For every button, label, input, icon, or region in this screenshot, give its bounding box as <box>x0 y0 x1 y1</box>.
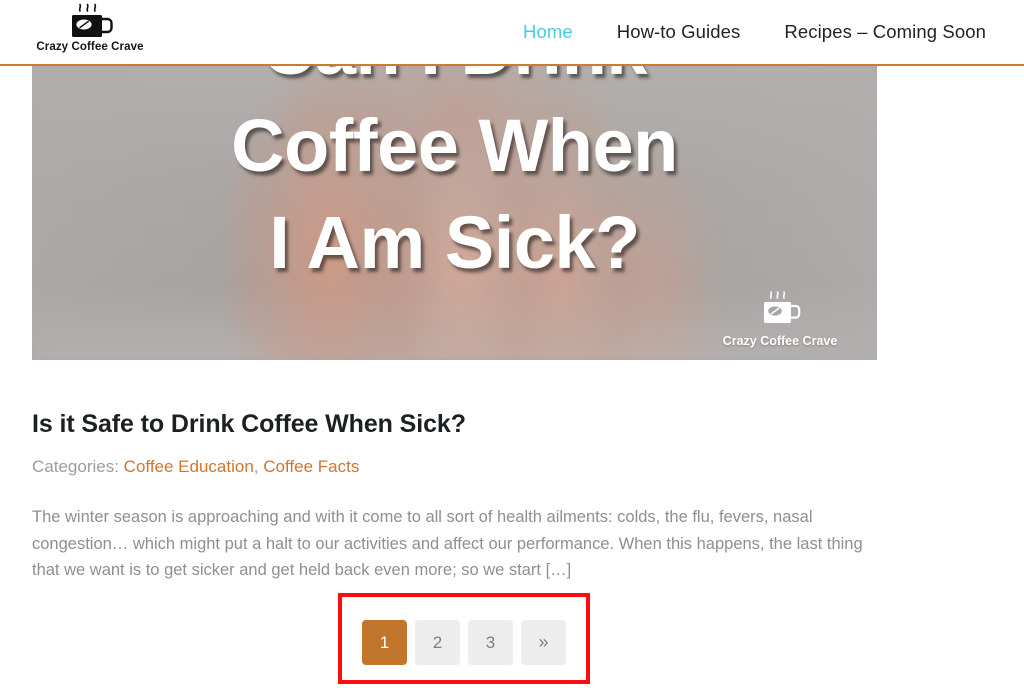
hero-headline-line-1: Can I Drink <box>32 66 877 97</box>
nav-item-how-to-guides[interactable]: How-to Guides <box>595 21 763 43</box>
pagination-page-1[interactable]: 1 <box>362 620 407 665</box>
site-logo[interactable]: Crazy Coffee Crave <box>30 3 150 61</box>
post-title[interactable]: Is it Safe to Drink Coffee When Sick? <box>32 408 892 440</box>
category-link-coffee-facts[interactable]: Coffee Facts <box>263 457 359 476</box>
hero-watermark-text: Crazy Coffee Crave <box>722 334 838 348</box>
hero-headline: Can I Drink Coffee When I Am Sick? <box>32 66 877 291</box>
hero-headline-line-2: Coffee When <box>231 104 678 187</box>
page-root: Crazy Coffee Crave Home How-to Guides Re… <box>0 0 1024 691</box>
post-excerpt: The winter season is approaching and wit… <box>32 508 863 579</box>
nav-item-recipes[interactable]: Recipes – Coming Soon <box>762 21 1008 43</box>
pagination-page-2[interactable]: 2 <box>415 620 460 665</box>
main-navigation: Home How-to Guides Recipes – Coming Soon <box>501 0 1008 64</box>
pagination-page-3[interactable]: 3 <box>468 620 513 665</box>
site-logo-text: Crazy Coffee Crave <box>36 41 144 53</box>
category-link-coffee-education[interactable]: Coffee Education <box>124 457 254 476</box>
post-summary: Is it Safe to Drink Coffee When Sick? Ca… <box>32 408 892 584</box>
coffee-mug-icon <box>60 3 120 43</box>
pagination-next-button[interactable]: » <box>521 620 566 665</box>
post-categories: Categories: Coffee Education, Coffee Fac… <box>32 456 892 478</box>
featured-post-image[interactable]: Can I Drink Coffee When I Am Sick? <box>32 66 877 360</box>
hero-headline-line-3: I Am Sick? <box>269 201 640 284</box>
categories-label: Categories: <box>32 457 119 476</box>
nav-item-home[interactable]: Home <box>501 21 595 43</box>
hero-watermark: Crazy Coffee Crave <box>705 289 855 348</box>
site-header: Crazy Coffee Crave Home How-to Guides Re… <box>0 0 1024 66</box>
pagination: 1 2 3 » <box>342 620 586 665</box>
pagination-highlight-box: 1 2 3 » <box>338 593 590 684</box>
categories-separator: , <box>253 457 264 476</box>
coffee-mug-icon <box>752 289 808 333</box>
